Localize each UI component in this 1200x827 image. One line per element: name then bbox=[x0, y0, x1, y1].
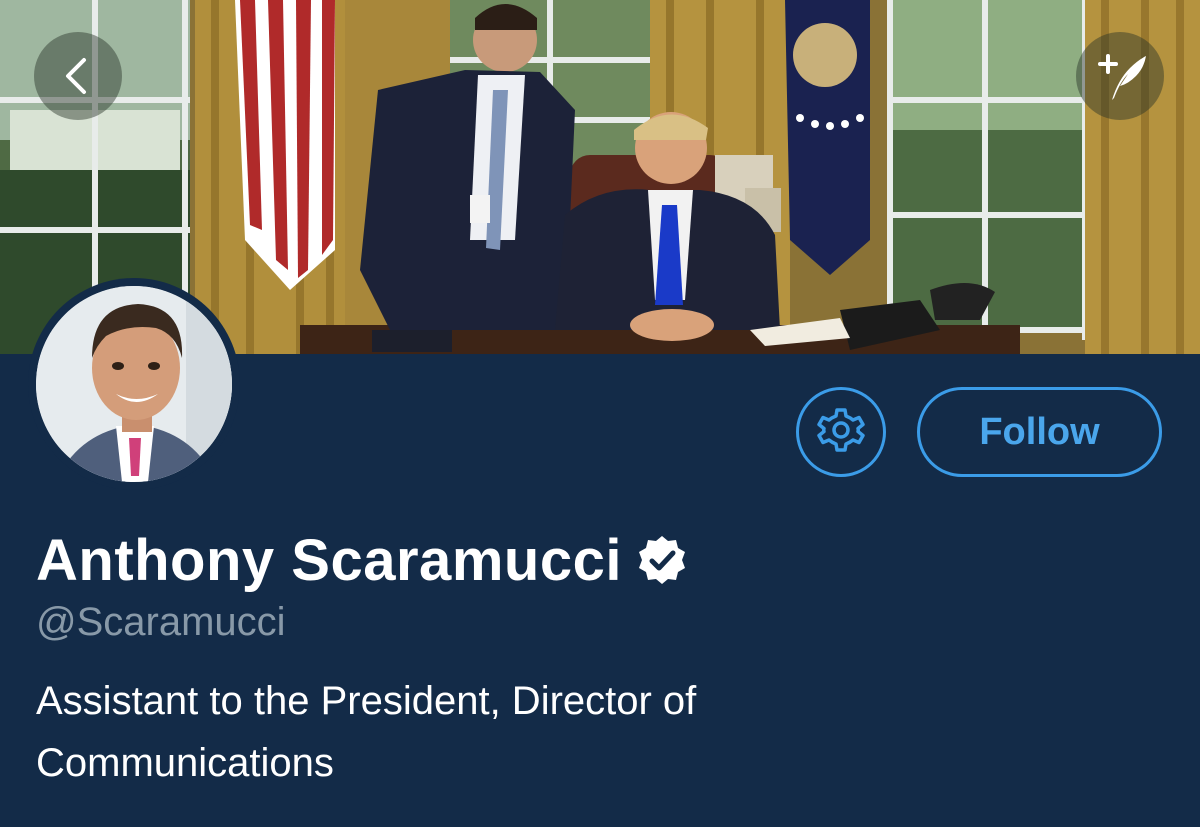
display-name: Anthony Scaramucci bbox=[36, 527, 622, 593]
display-name-row: Anthony Scaramucci bbox=[36, 520, 688, 600]
profile-bio: Assistant to the President, Director of … bbox=[36, 679, 697, 785]
avatar[interactable] bbox=[28, 278, 240, 490]
avatar-image bbox=[36, 286, 232, 482]
chevron-left-icon bbox=[58, 56, 98, 96]
follow-button[interactable]: Follow bbox=[917, 387, 1162, 477]
settings-button[interactable] bbox=[796, 387, 886, 477]
gear-icon bbox=[817, 406, 865, 459]
user-handle: @Scaramucci bbox=[36, 600, 286, 644]
compose-tweet-icon bbox=[1090, 46, 1150, 106]
profile-screen: Follow Anthony Scaramucci @Scaramucci As… bbox=[0, 0, 1200, 827]
compose-tweet-button[interactable] bbox=[1076, 32, 1164, 120]
verified-badge-icon bbox=[636, 534, 688, 586]
back-button[interactable] bbox=[34, 32, 122, 120]
